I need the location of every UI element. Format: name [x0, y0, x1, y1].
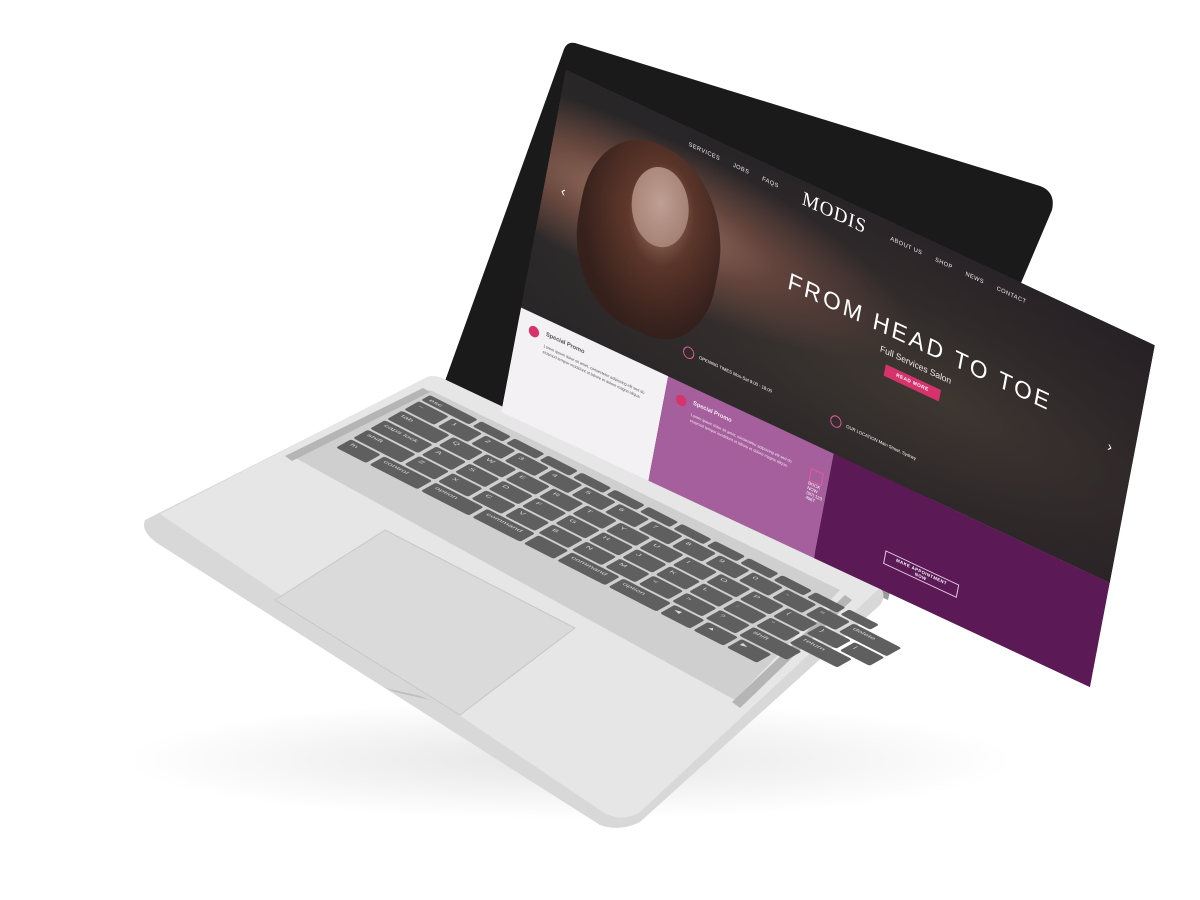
nav-link-faqs[interactable]: FAQS	[761, 176, 779, 189]
pin-icon	[675, 392, 688, 409]
pin-icon	[527, 324, 540, 340]
laptop-mockup-stage: esc ~1 2 3 4 5 6 7 8 9 0- = delete tab Q W E R T Y U I O P{} | ca…	[0, 0, 1200, 900]
nav-link-jobs[interactable]: JOBS	[732, 163, 749, 176]
nav-link-contact[interactable]: CONTACT	[996, 286, 1027, 305]
nav-link-news[interactable]: NEWS	[965, 271, 984, 285]
laptop-screen: SERVICES JOBS FAQS MODIS ABOUT US SHOP N…	[448, 50, 1155, 688]
make-appointment-button[interactable]: MAKE APPOINTMENT NOW	[883, 550, 960, 598]
nav-link-about-us[interactable]: ABOUT US	[890, 236, 923, 257]
website-screenshot: SERVICES JOBS FAQS MODIS ABOUT US SHOP N…	[501, 70, 1155, 688]
nav-link-shop[interactable]: SHOP	[934, 257, 953, 271]
nav-link-services[interactable]: SERVICES	[688, 142, 721, 162]
